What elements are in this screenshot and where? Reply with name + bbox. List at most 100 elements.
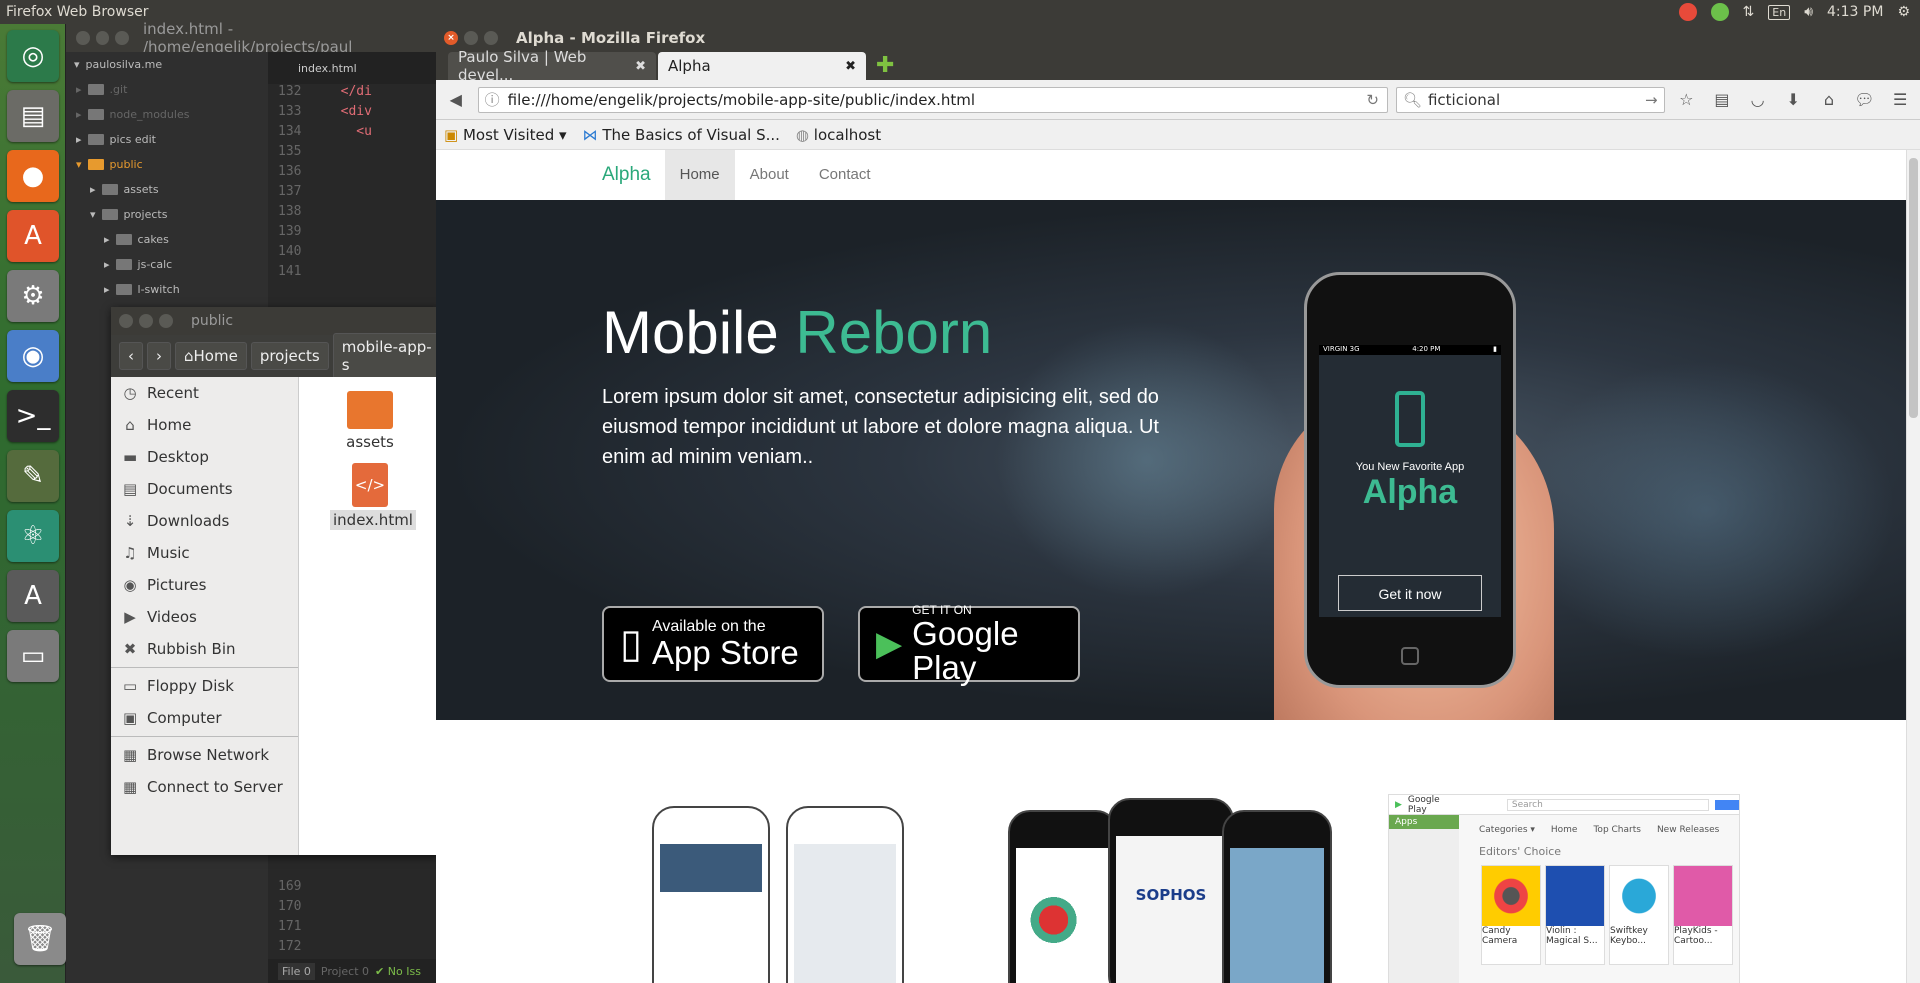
sidebar-item-browse-network[interactable]: ▦ Browse Network bbox=[111, 739, 298, 771]
tab-alpha[interactable]: Alpha ✖ bbox=[658, 52, 866, 80]
software-center-icon[interactable]: A bbox=[7, 210, 59, 262]
go-arrow-icon[interactable]: → bbox=[1645, 91, 1664, 109]
maximize-button[interactable] bbox=[484, 31, 498, 45]
gimp-icon[interactable]: ✎ bbox=[7, 450, 59, 502]
sidebar-item-floppy[interactable]: ▭ Floppy Disk bbox=[111, 670, 298, 702]
system-settings-icon[interactable]: ⚙ bbox=[7, 270, 59, 322]
settings-gear-icon[interactable]: ⚙ bbox=[1897, 4, 1910, 20]
sidebar-item-connect-server[interactable]: ▦ Connect to Server bbox=[111, 771, 298, 803]
tree-item[interactable]: ▸ .git bbox=[66, 77, 268, 102]
update-tray-icon[interactable] bbox=[1710, 3, 1729, 21]
get-it-now-button[interactable]: Get it now bbox=[1338, 575, 1482, 611]
page-scrollbar[interactable] bbox=[1906, 150, 1920, 983]
sidebar-item-pictures[interactable]: ◉ Pictures bbox=[111, 569, 298, 601]
sidebar-item-documents[interactable]: ▤ Documents bbox=[111, 473, 298, 505]
keyboard-layout[interactable]: En bbox=[1768, 4, 1791, 20]
reading-list-icon[interactable]: ▤ bbox=[1708, 90, 1736, 109]
close-tab-icon[interactable]: ✖ bbox=[845, 59, 856, 74]
app-store-button[interactable]: ▯ Available on the App Store bbox=[602, 606, 824, 682]
nav-home[interactable]: Home bbox=[664, 150, 735, 200]
issues-status[interactable]: ✔ No Iss bbox=[375, 965, 421, 978]
home-icon[interactable]: ⌂ bbox=[1815, 90, 1843, 109]
disk-icon[interactable]: ▭ bbox=[7, 630, 59, 682]
tree-item[interactable]: ▾ paulosilva.me bbox=[66, 52, 268, 77]
terminal-icon[interactable]: >_ bbox=[7, 390, 59, 442]
sidebar-item-videos[interactable]: ▶ Videos bbox=[111, 601, 298, 633]
maximize-button[interactable] bbox=[159, 314, 173, 328]
firefox-icon[interactable]: ● bbox=[7, 150, 59, 202]
camera-icon: ◉ bbox=[123, 576, 137, 594]
tree-item[interactable]: ▸ node_modules bbox=[66, 102, 268, 127]
ubuntu-logo-icon[interactable]: ◎ bbox=[7, 30, 59, 82]
web-page: Alpha Home About Contact Mobile Reborn L… bbox=[436, 150, 1906, 983]
breadcrumb-mobile-app-site[interactable]: mobile-app-s bbox=[332, 333, 441, 379]
chrome-icon[interactable]: ◉ bbox=[7, 330, 59, 382]
tree-item[interactable]: ▸ cakes bbox=[66, 227, 268, 252]
bookmark-most-visited[interactable]: ▣ Most Visited ▾ bbox=[444, 126, 567, 144]
sidebar-item-downloads[interactable]: ⇣ Downloads bbox=[111, 505, 298, 537]
tree-item[interactable]: ▸ js-calc bbox=[66, 252, 268, 277]
minimize-button[interactable] bbox=[139, 314, 153, 328]
back-icon[interactable]: ‹ bbox=[119, 342, 143, 370]
menu-icon[interactable]: ☰ bbox=[1886, 90, 1914, 109]
sidebar-item-computer[interactable]: ▣ Computer bbox=[111, 702, 298, 734]
clock[interactable]: 4:13 PM bbox=[1827, 4, 1883, 20]
sidebar-item-music[interactable]: ♫ Music bbox=[111, 537, 298, 569]
tree-item[interactable]: ▾ projects bbox=[66, 202, 268, 227]
minimize-button[interactable] bbox=[464, 31, 478, 45]
files-icon[interactable]: ▤ bbox=[7, 90, 59, 142]
bookmark-star-icon[interactable]: ☆ bbox=[1673, 90, 1701, 109]
file-item[interactable]: </> index.html bbox=[330, 463, 416, 530]
breadcrumb-projects[interactable]: projects bbox=[250, 342, 329, 370]
line-number: 135 bbox=[278, 144, 302, 159]
close-icon[interactable]: × bbox=[444, 31, 458, 45]
info-icon[interactable]: ⓘ bbox=[485, 89, 500, 110]
file-count[interactable]: File 0 bbox=[278, 962, 315, 980]
close-button[interactable] bbox=[119, 314, 133, 328]
tree-item[interactable]: ▸ l-switch bbox=[66, 277, 268, 302]
project-count[interactable]: Project 0 bbox=[321, 965, 369, 978]
chrome-tray-icon[interactable] bbox=[1678, 3, 1697, 21]
tab-paulo-silva[interactable]: Paulo Silva | Web devel... ✖ bbox=[448, 48, 656, 84]
url-bar[interactable]: ⓘ file:///home/engelik/projects/mobile-a… bbox=[477, 86, 1388, 113]
tree-item[interactable]: ▸ pics edit bbox=[66, 127, 268, 152]
google-play-button[interactable]: ▶ GET IT ON Google Play bbox=[858, 603, 1080, 685]
tree-item[interactable]: ▸ assets bbox=[66, 177, 268, 202]
trash-icon: ✖ bbox=[123, 640, 137, 658]
atom-icon[interactable]: ⚛ bbox=[7, 510, 59, 562]
breadcrumb-home[interactable]: ⌂Home bbox=[175, 342, 247, 370]
sidebar-item-recent[interactable]: ◷ Recent bbox=[111, 377, 298, 409]
back-icon[interactable]: ◀ bbox=[442, 90, 470, 109]
minimize-button[interactable] bbox=[95, 31, 110, 45]
bookmark-visual-studio[interactable]: ⋈ The Basics of Visual S... bbox=[583, 126, 780, 144]
nav-about[interactable]: About bbox=[735, 150, 804, 200]
site-brand[interactable]: Alpha bbox=[602, 164, 665, 186]
volume-icon[interactable]: 🔊︎ bbox=[1804, 4, 1813, 20]
forward-icon[interactable]: › bbox=[147, 342, 171, 370]
scrollbar-thumb[interactable] bbox=[1909, 158, 1918, 418]
updater-icon[interactable]: A bbox=[7, 570, 59, 622]
tree-item[interactable]: ▾ public bbox=[66, 152, 268, 177]
chat-icon[interactable]: 💬︎ bbox=[1851, 90, 1879, 109]
new-tab-icon[interactable]: ✚ bbox=[868, 52, 902, 80]
editor-tab[interactable]: index.html bbox=[268, 52, 440, 84]
search-bar[interactable]: 🔍︎ ficticional → bbox=[1395, 86, 1665, 113]
close-tab-icon[interactable]: ✖ bbox=[635, 59, 646, 74]
sidebar-item-rubbish-bin[interactable]: ✖ Rubbish Bin bbox=[111, 633, 298, 665]
network-icon[interactable]: ⇅ bbox=[1743, 4, 1755, 20]
chevron-down-icon: ▾ bbox=[559, 125, 567, 144]
file-view: assets </> index.html bbox=[299, 377, 441, 855]
download-icon[interactable]: ⬇ bbox=[1779, 90, 1807, 109]
bookmark-localhost[interactable]: ◍ localhost bbox=[796, 126, 881, 144]
sidebar-item-home[interactable]: ⌂ Home bbox=[111, 409, 298, 441]
pocket-icon[interactable]: ◡ bbox=[1744, 90, 1772, 109]
sidebar-item-desktop[interactable]: ▬ Desktop bbox=[111, 441, 298, 473]
unity-launcher: ◎ ▤ ● A ⚙ ◉ >_ ✎ ⚛ A ▭ 🗑︎ bbox=[0, 24, 66, 983]
maximize-button[interactable] bbox=[115, 31, 129, 45]
trash-icon[interactable]: 🗑︎ bbox=[14, 913, 66, 965]
nav-contact[interactable]: Contact bbox=[804, 150, 886, 200]
folder-item[interactable]: assets bbox=[330, 391, 410, 451]
reload-icon[interactable]: ↻ bbox=[1366, 91, 1387, 109]
close-button[interactable] bbox=[76, 31, 90, 45]
home-icon: ⌂ bbox=[125, 416, 135, 434]
